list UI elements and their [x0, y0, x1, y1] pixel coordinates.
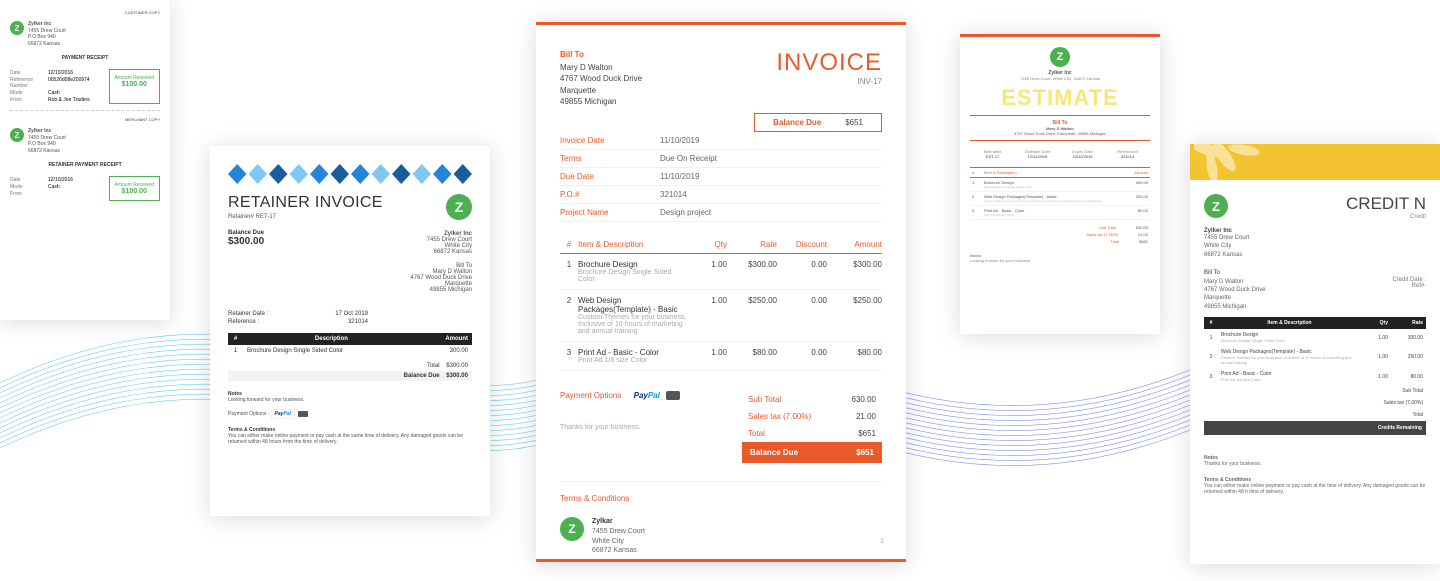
- invoice-number: INV-17: [776, 77, 882, 86]
- paypal-icon: PayPal: [634, 391, 660, 400]
- balance-due-box: Balance Due$651: [754, 113, 882, 132]
- zylker-logo-icon: Z: [10, 21, 24, 35]
- credit-card-icon: [666, 391, 680, 400]
- retainer-items-table: #DescriptionAmount 1Brochure Design Sing…: [228, 333, 472, 357]
- credit-items-table: #Item & DescriptionQtyRate 1Brochure Des…: [1204, 317, 1426, 385]
- document-estimate: Z Zylker Inc 7455 Drew Court, White City…: [960, 34, 1160, 334]
- page-number: 1: [880, 538, 884, 545]
- table-row: 3Print Ad - Basic - ColorPrint Ad 1/8 si…: [970, 206, 1150, 220]
- table-row: 1Brochure DesignBrochure Design Single S…: [1204, 329, 1426, 346]
- estimate-items-table: #Item & DescriptionAmount 1Brochure Desi…: [970, 167, 1150, 220]
- table-row: 1Brochure DesignBrochure Design Single S…: [560, 253, 882, 289]
- table-row: 2Web Design Packages(Template) - BasicCu…: [970, 192, 1150, 206]
- table-row: 3Print Ad - Basic - ColorPrint Ad 1/8 si…: [560, 341, 882, 370]
- estimate-title: ESTIMATE: [960, 85, 1160, 111]
- customer-copy-label: CUSTOMER COPY: [10, 10, 160, 15]
- decorative-pattern: [228, 164, 472, 184]
- receipt-title: PAYMENT RECEIPT: [10, 55, 160, 61]
- table-row: 2Web Design Packages(Template) - BasicCu…: [560, 289, 882, 341]
- retainer-number: Retainer# RET-17: [228, 214, 383, 220]
- zylker-logo-icon: Z: [10, 128, 24, 142]
- zylker-logo-icon: Z: [446, 194, 472, 220]
- merchant-copy-label: MERCHANT COPY: [10, 117, 160, 122]
- table-row: 2Web Design Packages(Template) - BasicCu…: [1204, 346, 1426, 368]
- amount-received-value: $100.00: [115, 81, 154, 88]
- decorative-header: [1190, 144, 1440, 180]
- invoice-items-table: # Item & Description Qty Rate Discount A…: [560, 236, 882, 371]
- zylker-logo-icon: Z: [1204, 194, 1228, 218]
- thanks-message: Thanks for your business.: [560, 424, 680, 431]
- zylker-logo-icon: Z: [560, 517, 584, 541]
- document-invoice: Bill To Mary D Walton 4767 Wood Duck Dri…: [536, 22, 906, 562]
- paypal-icon: PayPal: [271, 409, 295, 419]
- credit-note-title: CREDIT N: [1346, 194, 1426, 214]
- document-payment-receipt: CUSTOMER COPY Z Zylker Inc 7455 Drew Cou…: [0, 0, 170, 320]
- bill-to-label: Bill To: [560, 49, 642, 60]
- receipt-title-retainer: RETAINER PAYMENT RECEIPT: [10, 162, 160, 168]
- table-row: 1Brochure Design Single Sided Color300.0…: [228, 345, 472, 357]
- table-row: 1Brochure DesignBrochure Design Single S…: [970, 178, 1150, 192]
- zylker-logo-icon: Z: [1050, 47, 1070, 67]
- document-retainer-invoice: RETAINER INVOICE Retainer# RET-17 Z Bala…: [210, 146, 490, 516]
- table-row: 3Print Ad - Basic - ColorPrint Ad 1/8 si…: [1204, 368, 1426, 385]
- invoice-title: INVOICE: [776, 49, 882, 77]
- payment-options-label: Payment Options: [560, 391, 621, 400]
- document-credit-note: Z CREDIT N Credit Zylker Inc 7455 Drew C…: [1190, 144, 1440, 564]
- retainer-title: RETAINER INVOICE: [228, 194, 383, 212]
- bank-icon: [298, 411, 308, 417]
- terms-label: Terms & Conditions: [560, 494, 882, 503]
